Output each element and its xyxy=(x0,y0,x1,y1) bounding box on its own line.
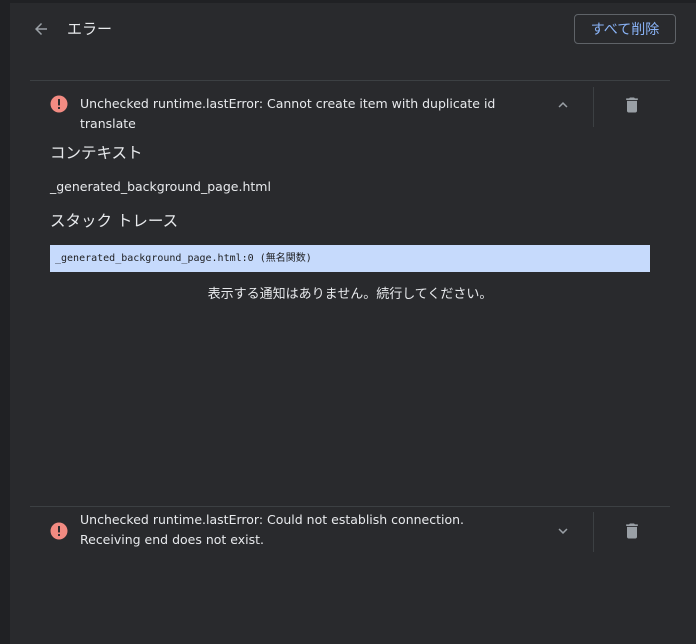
error-circle-icon xyxy=(50,522,68,540)
arrow-back-icon xyxy=(35,23,47,35)
error-item-header[interactable]: Unchecked runtime.lastError: Could not e… xyxy=(30,507,670,557)
clear-all-button[interactable]: すべて削除 xyxy=(574,14,676,44)
error-item-header[interactable]: Unchecked runtime.lastError: Cannot crea… xyxy=(30,81,670,131)
window-left-edge xyxy=(0,0,10,644)
chevron-down-icon[interactable] xyxy=(554,522,572,540)
error-message: Unchecked runtime.lastError: Cannot crea… xyxy=(80,96,496,131)
trash-icon[interactable] xyxy=(622,95,642,115)
page-header: エラー すべて削除 xyxy=(10,3,696,60)
trash-icon[interactable] xyxy=(622,521,642,541)
error-circle-icon xyxy=(50,95,68,113)
vertical-separator xyxy=(593,87,594,127)
vertical-separator xyxy=(593,512,594,552)
stack-trace-title: スタック トレース xyxy=(50,212,179,230)
no-notice-message: 表示する通知はありません。続行してください。 xyxy=(207,287,493,302)
page-title: エラー xyxy=(67,20,113,38)
context-file: _generated_background_page.html xyxy=(50,179,271,194)
context-title: コンテキスト xyxy=(50,144,143,162)
back-button[interactable] xyxy=(30,18,52,40)
error-message: Unchecked runtime.lastError: Could not e… xyxy=(80,512,465,547)
chevron-up-icon[interactable] xyxy=(554,96,572,114)
stack-trace-line[interactable]: _generated_background_page.html:0 (無名関数) xyxy=(50,245,650,272)
